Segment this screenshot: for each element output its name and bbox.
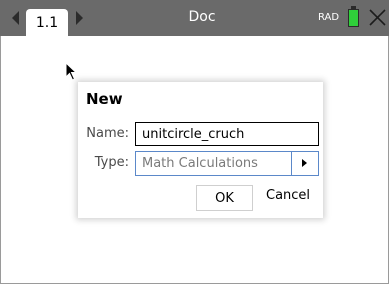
right-arrow-icon[interactable]	[76, 11, 83, 25]
document-title: Doc	[188, 9, 216, 25]
dropdown-arrow-icon[interactable]	[291, 152, 318, 175]
name-field[interactable]: unitcircle_cruch	[135, 122, 319, 146]
angle-mode-indicator: RAD	[318, 12, 340, 23]
left-arrow-icon[interactable]	[12, 11, 19, 25]
type-select[interactable]: Math Calculations	[135, 151, 319, 176]
tab-page-1-1[interactable]: 1.1	[26, 9, 68, 36]
close-icon[interactable]	[369, 9, 386, 26]
name-label: Name:	[86, 126, 129, 141]
ok-button[interactable]: OK	[196, 185, 253, 211]
name-field-value: unitcircle_cruch	[142, 126, 245, 142]
cancel-button[interactable]: Cancel	[266, 188, 310, 203]
dialog-title: New	[86, 90, 123, 108]
ok-button-label: OK	[215, 190, 234, 206]
tab-label: 1.1	[35, 14, 59, 31]
cursor-icon	[65, 62, 78, 81]
type-select-value: Math Calculations	[142, 156, 258, 171]
type-label: Type:	[94, 155, 129, 170]
new-document-dialog: New Name: unitcircle_cruch Type: Math Ca…	[78, 82, 323, 218]
top-bar: 1.1 Doc RAD	[0, 0, 389, 36]
battery-icon	[348, 6, 359, 27]
